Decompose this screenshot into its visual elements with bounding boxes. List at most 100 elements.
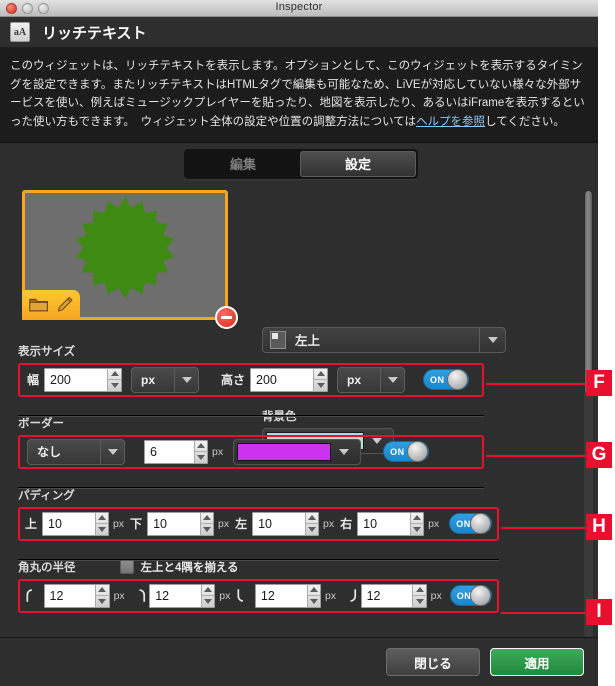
padding-right-input[interactable] xyxy=(358,512,410,535)
height-stepper[interactable] xyxy=(250,367,329,392)
corner-bl-input[interactable] xyxy=(255,584,307,607)
border-width-stepper-buttons[interactable] xyxy=(193,440,207,463)
height-unit-dropdown-arrow[interactable] xyxy=(380,367,404,392)
padding-left-input[interactable] xyxy=(253,512,305,535)
apply-button[interactable]: 適用 xyxy=(490,648,584,676)
padding-left-stepper-buttons[interactable] xyxy=(304,512,319,535)
corner-br-stepper-buttons[interactable] xyxy=(412,584,426,607)
tab-edit[interactable]: 編集 xyxy=(186,151,300,177)
corner-bl-stepper-buttons[interactable] xyxy=(306,584,320,607)
padding-bottom-decrement-button[interactable] xyxy=(201,524,213,535)
corner-bl-decrement-button[interactable] xyxy=(308,596,320,607)
height-unit-select[interactable]: px xyxy=(337,366,406,393)
folder-icon[interactable] xyxy=(28,296,49,313)
vertical-scrollbar[interactable] xyxy=(584,189,593,638)
corner-bottom-left-icon xyxy=(237,589,244,602)
corner-tl-input[interactable] xyxy=(44,584,96,607)
width-stepper[interactable] xyxy=(44,367,123,392)
corner-bl-stepper[interactable] xyxy=(254,583,321,608)
border-width-stepper[interactable] xyxy=(144,439,208,464)
border-style-value: なし xyxy=(37,445,62,459)
corner-radius-title: 角丸の半径 xyxy=(18,561,76,574)
border-width-decrement-button[interactable] xyxy=(195,452,207,463)
padding-toggle-label: ON xyxy=(456,518,471,529)
padding-right-stepper-buttons[interactable] xyxy=(409,512,424,535)
display-size-group: 表示サイズ 幅 px xyxy=(18,343,484,397)
close-button[interactable]: 閉じる xyxy=(386,648,480,676)
corner-radius-toggle[interactable]: ON xyxy=(449,585,492,606)
padding-left-label: 左 xyxy=(235,517,248,531)
triangle-up-icon xyxy=(307,515,316,521)
corner-br-increment-button[interactable] xyxy=(413,585,426,596)
padding-top-increment-button[interactable] xyxy=(95,513,108,524)
corner-tr-increment-button[interactable] xyxy=(202,585,215,596)
border-toggle[interactable]: ON xyxy=(383,441,430,462)
border-width-input[interactable] xyxy=(145,440,194,463)
width-input[interactable] xyxy=(45,368,108,391)
height-increment-button[interactable] xyxy=(314,369,328,380)
scrollbar-thumb[interactable] xyxy=(584,189,593,396)
corner-br-input[interactable] xyxy=(361,584,413,607)
padding-bottom-increment-button[interactable] xyxy=(200,513,213,524)
padding-bottom-stepper[interactable] xyxy=(147,511,214,536)
border-color-dropdown-arrow[interactable] xyxy=(331,448,357,455)
padding-toggle[interactable]: ON xyxy=(449,513,492,534)
corner-tl-decrement-button[interactable] xyxy=(96,596,108,607)
image-preview-container xyxy=(22,189,238,329)
padding-right-decrement-button[interactable] xyxy=(411,524,423,535)
match-corners-checkbox[interactable] xyxy=(119,559,134,574)
corner-tl-stepper-buttons[interactable] xyxy=(95,584,109,607)
padding-left-decrement-button[interactable] xyxy=(306,524,318,535)
pencil-icon[interactable] xyxy=(54,296,74,314)
border-color-select[interactable] xyxy=(233,438,362,465)
help-link[interactable]: ヘルプを参照 xyxy=(416,116,485,128)
padding-bottom-stepper-buttons[interactable] xyxy=(199,512,213,535)
height-decrement-button[interactable] xyxy=(314,380,327,391)
width-increment-button[interactable] xyxy=(108,369,122,380)
corner-tl-stepper[interactable] xyxy=(43,583,110,608)
tab-settings[interactable]: 設定 xyxy=(300,150,416,177)
width-unit-dropdown-arrow[interactable] xyxy=(174,367,198,392)
corner-br-stepper[interactable] xyxy=(360,583,427,608)
description-text: このウィジェットは、リッチテキストを表示します。オプションとして、このウィジェッ… xyxy=(0,48,598,143)
display-size-toggle[interactable]: ON xyxy=(423,369,470,390)
padding-left-stepper[interactable] xyxy=(252,511,320,536)
padding-right-stepper[interactable] xyxy=(357,511,425,536)
border-width-increment-button[interactable] xyxy=(194,441,207,452)
corner-tr-input[interactable] xyxy=(150,584,201,607)
width-unit-select[interactable]: px xyxy=(131,366,200,393)
image-preview[interactable] xyxy=(22,189,238,329)
padding-top-stepper[interactable] xyxy=(42,511,109,536)
corner-tl-unit: px xyxy=(113,589,125,602)
corner-tr-stepper-buttons[interactable] xyxy=(201,584,215,607)
padding-right-unit: px xyxy=(428,517,440,530)
padding-left-increment-button[interactable] xyxy=(305,513,319,524)
width-decrement-button[interactable] xyxy=(108,380,121,391)
corner-br-decrement-button[interactable] xyxy=(413,596,425,607)
height-input[interactable] xyxy=(251,368,314,391)
corner-tl-increment-button[interactable] xyxy=(96,585,109,596)
corner-top-right-icon xyxy=(139,589,145,602)
annotation-marker-f: F xyxy=(586,370,612,396)
delete-image-button[interactable] xyxy=(215,305,238,329)
corner-tr-stepper[interactable] xyxy=(149,583,216,608)
height-stepper-buttons[interactable] xyxy=(313,368,328,391)
padding-top-stepper-buttons[interactable] xyxy=(94,512,108,535)
rich-text-icon: aA xyxy=(10,22,30,42)
padding-top-input[interactable] xyxy=(43,512,95,535)
padding-bottom-input[interactable] xyxy=(148,512,200,535)
border-style-select[interactable]: なし xyxy=(27,438,125,465)
triangle-down-icon xyxy=(204,598,213,604)
padding-top-decrement-button[interactable] xyxy=(96,524,108,535)
width-stepper-buttons[interactable] xyxy=(107,368,122,391)
width-unit-value: px xyxy=(141,372,156,387)
corner-bl-increment-button[interactable] xyxy=(307,585,320,596)
border-color-swatch[interactable] xyxy=(237,442,332,461)
padding-right-increment-button[interactable] xyxy=(410,513,424,524)
height-unit-value: px xyxy=(347,372,362,387)
width-label: 幅 xyxy=(27,373,40,387)
border-style-dropdown-arrow[interactable] xyxy=(100,439,124,464)
triangle-up-icon xyxy=(412,515,421,521)
toggle-knob xyxy=(407,441,429,462)
corner-tr-decrement-button[interactable] xyxy=(202,596,214,607)
